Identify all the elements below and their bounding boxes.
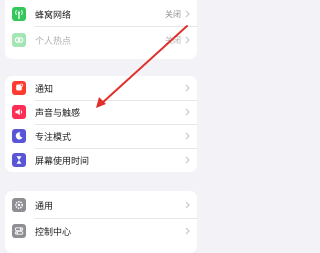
- speaker-icon: [12, 105, 26, 119]
- moon-icon: [12, 129, 26, 143]
- focus-row[interactable]: 专注模式: [5, 124, 197, 148]
- screen-time-row[interactable]: 屏幕使用时间: [5, 148, 197, 172]
- general-row[interactable]: 通用: [5, 193, 197, 217]
- chevron-right-icon: [185, 227, 190, 235]
- notifications-label: 通知: [35, 84, 54, 95]
- general-label: 通用: [35, 201, 54, 212]
- control-center-label: 控制中心: [35, 227, 72, 238]
- hotspot-row[interactable]: 个人热点 关闭: [5, 28, 197, 52]
- cellular-label: 蜂窝网络: [35, 10, 72, 21]
- screen-time-label: 屏幕使用时间: [35, 156, 90, 167]
- control-center-row[interactable]: 控制中心: [5, 219, 197, 243]
- chevron-right-icon: [185, 201, 190, 209]
- cellular-value: 关闭: [165, 9, 181, 19]
- sounds-haptics-row[interactable]: 声音与触感: [5, 100, 197, 124]
- chevron-right-icon: [185, 10, 190, 18]
- chevron-right-icon: [185, 132, 190, 140]
- gear-icon: [12, 198, 26, 212]
- hourglass-icon: [12, 153, 26, 167]
- network-settings-group: 蜂窝网络 关闭 个人热点 关闭: [5, 0, 197, 59]
- sounds-haptics-label: 声音与触感: [35, 108, 81, 119]
- chevron-right-icon: [185, 108, 190, 116]
- hotspot-label: 个人热点: [35, 36, 72, 47]
- focus-label: 专注模式: [35, 132, 72, 143]
- hotspot-link-icon: [12, 33, 26, 47]
- notifications-row[interactable]: 通知: [5, 76, 197, 100]
- chevron-right-icon: [185, 84, 190, 92]
- divider: [35, 26, 197, 27]
- chevron-right-icon: [185, 36, 190, 44]
- cellular-antenna-icon: [12, 7, 26, 21]
- toggles-icon: [12, 224, 26, 238]
- general-settings-group: 通用 控制中心: [5, 191, 197, 253]
- chevron-right-icon: [185, 156, 190, 164]
- bell-icon: [12, 81, 26, 95]
- cellular-row[interactable]: 蜂窝网络 关闭: [5, 2, 197, 26]
- hotspot-value: 关闭: [165, 35, 181, 45]
- notification-settings-group: 通知 声音与触感 专注模式 屏幕使用时间: [5, 76, 197, 172]
